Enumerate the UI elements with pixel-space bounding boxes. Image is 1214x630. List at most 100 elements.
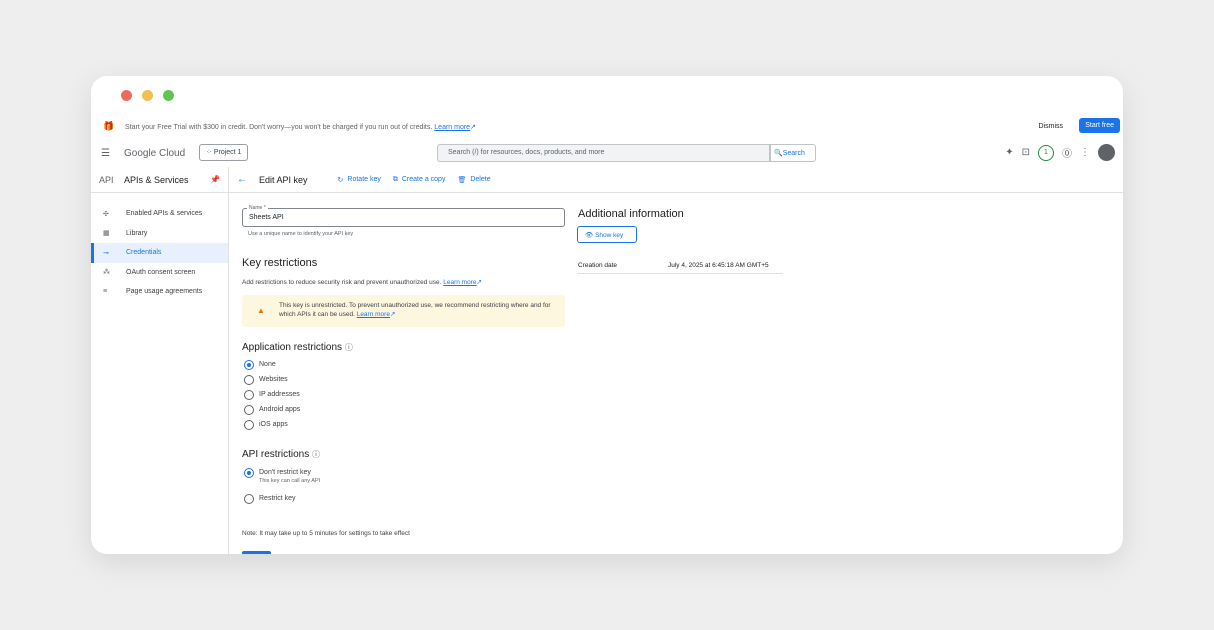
start-free-button[interactable]: Start free: [1079, 118, 1120, 133]
radio-circle[interactable]: [244, 468, 254, 478]
more-vert-icon[interactable]: ⋮: [1080, 147, 1090, 158]
radio-label: Restrict key: [259, 495, 296, 502]
google-cloud-logo[interactable]: Google Cloud: [124, 148, 185, 159]
external-link-icon: ↗: [470, 124, 476, 131]
radio-circle[interactable]: [244, 390, 254, 400]
cloud-shell-icon[interactable]: ⊡: [1022, 147, 1030, 158]
sidebar-item-oauth-consent-screen[interactable]: ⁂ OAuth consent screen: [91, 263, 228, 283]
radio-sublabel: This key can call any API: [259, 478, 321, 484]
oauth-icon: ⁂: [103, 269, 110, 277]
top-icons: ✦ ⊡ 1 ⓪ ⋮: [1005, 144, 1115, 161]
name-label: Name *: [247, 205, 268, 211]
radio-circle[interactable]: [244, 405, 254, 415]
app-restriction-radio-websites[interactable]: Websites: [244, 375, 288, 385]
maximize-dot[interactable]: [163, 90, 174, 101]
sidebar-item-label: Library: [126, 229, 148, 237]
sidebar-item-credentials[interactable]: ⊸ Credentials: [91, 243, 228, 263]
sidebar: API APIs & Services 📌 ✣ Enabled APIs & se…: [91, 167, 229, 554]
sidebar-item-label: OAuth consent screen: [126, 268, 196, 276]
help-icon[interactable]: ⓪: [1062, 145, 1072, 160]
creation-date-label: Creation date: [578, 262, 618, 269]
free-trial-banner: 🎁 Start your Free Trial with $300 in cre…: [91, 116, 1123, 138]
minimize-dot[interactable]: [142, 90, 153, 101]
sidebar-item-enabled-apis-services[interactable]: ✣ Enabled APIs & services: [91, 204, 228, 224]
sidebar-item-label: Credentials: [126, 249, 162, 257]
radio-label: IP addresses: [259, 391, 300, 398]
sidebar-item-label: Page usage agreements: [126, 288, 203, 296]
notifications-badge[interactable]: 1: [1038, 144, 1054, 161]
project-picker[interactable]: ⁘ Project 1: [199, 144, 249, 161]
app-restriction-radio-ios-apps[interactable]: iOS apps: [244, 420, 288, 430]
back-arrow-icon[interactable]: ←: [237, 174, 247, 185]
search-icon: 🔍: [774, 150, 783, 157]
dismiss-button[interactable]: Dismiss: [1039, 123, 1064, 130]
unrestricted-warning: ▲ This key is unrestricted. To prevent u…: [242, 295, 565, 327]
radio-label: Android apps: [259, 406, 301, 413]
help-circle-icon[interactable]: ⓘ: [312, 450, 320, 459]
key-restrictions-title: Key restrictions: [242, 257, 318, 269]
key-restrictions-desc: Add restrictions to reduce security risk…: [242, 279, 482, 286]
gift-icon: 🎁: [103, 121, 115, 131]
radio-label: Websites: [259, 376, 288, 383]
sidebar-item-library[interactable]: ▦ Library: [91, 224, 228, 244]
app-restriction-radio-ip-addresses[interactable]: IP addresses: [244, 390, 300, 400]
key-icon: ⊸: [103, 249, 109, 257]
page-title: Edit API key: [259, 174, 308, 185]
api-icon: API: [99, 174, 114, 185]
menu-icon[interactable]: ☰: [101, 148, 110, 159]
footer-note: Note: It may take up to 5 minutes for se…: [242, 530, 410, 537]
browser-window: 🎁 Start your Free Trial with $300 in cre…: [91, 76, 1123, 554]
search-input[interactable]: Search (/) for resources, docs, products…: [437, 144, 770, 162]
info-divider: [577, 273, 783, 274]
rotate-key-button[interactable]: ↻ Rotate key: [338, 176, 381, 184]
external-link-icon: ↗: [476, 279, 482, 286]
name-value: Sheets API: [249, 214, 284, 221]
search-button[interactable]: 🔍Search: [770, 144, 816, 162]
external-link-icon: ↗: [389, 311, 396, 318]
trial-learn-more-link[interactable]: Learn more: [434, 124, 470, 131]
name-field[interactable]: Name * Sheets API: [242, 205, 565, 227]
app-restriction-radio-none[interactable]: None: [244, 360, 276, 370]
close-dot[interactable]: [121, 90, 132, 101]
sidebar-header: API APIs & Services 📌: [91, 167, 228, 192]
radio-circle[interactable]: [244, 375, 254, 385]
top-bar: ☰ Google Cloud ⁘ Project 1 Search (/) fo…: [91, 142, 1123, 166]
app-restriction-radio-android-apps[interactable]: Android apps: [244, 405, 300, 415]
gemini-icon[interactable]: ✦: [1005, 147, 1013, 158]
agreements-icon: ≡: [103, 288, 108, 296]
key-restrictions-learn-more-link[interactable]: Learn more: [443, 279, 476, 286]
main-content: Name * Sheets API Use a unique name to i…: [242, 193, 1122, 554]
show-key-button[interactable]: 👁 Show key: [577, 226, 637, 243]
api-restriction-radio-restrict-key[interactable]: Restrict key: [244, 494, 296, 504]
warning-icon: ▲: [257, 306, 265, 315]
api-restriction-radio-don-t-restrict-key[interactable]: Don't restrict key This key can call any …: [244, 468, 320, 484]
action-bar: ← Edit API key ↻ Rotate key ⧉ Create a cop…: [237, 167, 491, 192]
copy-icon: ⧉: [392, 175, 398, 183]
radio-label: iOS apps: [259, 421, 288, 428]
delete-icon: 🗑: [457, 176, 467, 184]
trial-message: Start your Free Trial with $300 in credi…: [125, 124, 476, 131]
radio-circle[interactable]: [244, 360, 254, 370]
app-restrictions-title: Application restrictions ⓘ: [242, 342, 353, 353]
radio-circle[interactable]: [244, 420, 254, 430]
additional-info-title: Additional information: [578, 208, 684, 220]
window-controls: [121, 90, 174, 101]
help-circle-icon[interactable]: ⓘ: [345, 343, 353, 352]
warning-learn-more-link[interactable]: Learn more: [357, 311, 390, 318]
create-copy-button[interactable]: ⧉ Create a copy: [393, 176, 446, 184]
delete-button[interactable]: 🗑 Delete: [457, 176, 490, 184]
enabled-apis-icon: ✣: [103, 210, 109, 218]
sidebar-item-page-usage-agreements[interactable]: ≡ Page usage agreements: [91, 282, 228, 302]
name-help: Use a unique name to identify your API k…: [248, 231, 354, 237]
library-icon: ▦: [103, 230, 110, 238]
pin-icon[interactable]: 📌: [210, 175, 220, 184]
eye-icon: 👁: [585, 232, 596, 239]
rotate-icon: ↻: [337, 176, 344, 184]
creation-date-value: July 4, 2025 at 6:45:18 AM GMT+5: [668, 262, 769, 269]
radio-label: None: [259, 361, 276, 368]
project-icon: ⁘: [206, 149, 214, 156]
sidebar-item-label: Enabled APIs & services: [126, 210, 203, 218]
save-button[interactable]: [242, 551, 271, 554]
radio-circle[interactable]: [244, 494, 254, 504]
avatar[interactable]: [1098, 144, 1115, 161]
